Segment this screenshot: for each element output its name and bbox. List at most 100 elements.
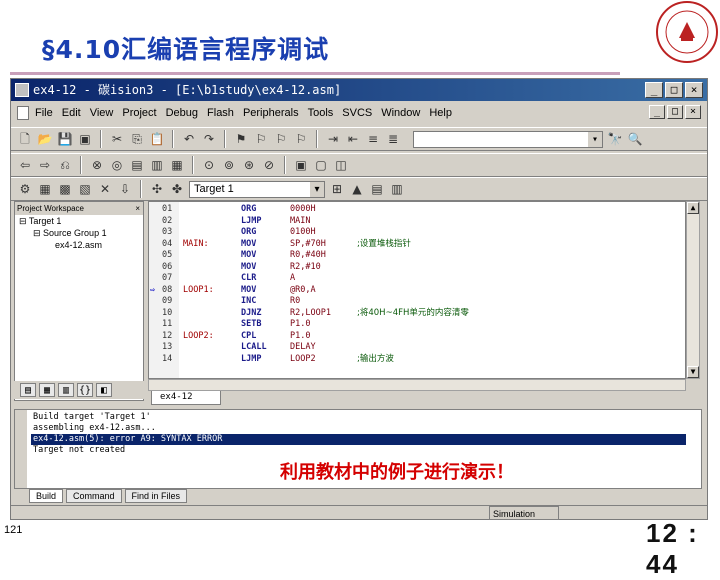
uncomment-icon[interactable]: ≣ [385,131,401,147]
tree-target[interactable]: ⊟ Target 1 [15,215,143,227]
code-line[interactable]: 09 INC R0 [149,296,685,308]
code-line[interactable]: 11 SETB P1.0 [149,319,685,331]
output-line[interactable]: Build target 'Target 1' [31,412,686,423]
code-line[interactable]: 05 MOV R0,#40H [149,250,685,262]
doc-minimize-button[interactable]: _ [649,105,665,119]
minimize-button[interactable]: _ [645,82,663,98]
menu-peripherals[interactable]: Peripherals [243,103,299,123]
code-line[interactable]: 13 LCALL DELAY [149,342,685,354]
find-combo[interactable] [413,130,603,148]
manage-components-icon[interactable]: ⊞ [329,181,345,197]
tab-find-in-files[interactable]: Find in Files [124,489,188,503]
window-2-icon[interactable]: ▥ [149,157,165,173]
editor-vertical-scrollbar[interactable]: ▲ ▼ [686,201,700,379]
code-line[interactable]: 01 ORG 0000H [149,204,685,216]
scroll-down-icon[interactable]: ▼ [687,366,699,378]
unindent-icon[interactable]: ⇤ [345,131,361,147]
output-line[interactable]: ex4-12.asm(5): error A9: SYNTAX ERROR [31,434,686,445]
tree-source-group[interactable]: ⊟ Source Group 1 [15,227,143,239]
code-line[interactable]: 06 MOV R2,#10 [149,262,685,274]
bookmark-icon[interactable]: ⚑ [233,131,249,147]
tree-file[interactable]: ex4-12.asm [15,239,143,251]
window-titlebar[interactable]: ex4-12 - 碳ision3 - [E:\b1study\ex4-12.as… [11,79,707,101]
menu-svcs[interactable]: SVCS [342,103,372,123]
translate-icon[interactable]: ⚙ [17,181,33,197]
save-icon[interactable]: 💾 [57,131,73,147]
manage-books-icon[interactable]: ▤ [369,181,385,197]
registers-tab-icon[interactable]: ▦ [39,383,55,397]
menu-debug[interactable]: Debug [166,103,198,123]
reset-icon[interactable]: ⇦ [17,157,33,173]
tab-build[interactable]: Build [29,489,64,503]
code-line[interactable]: 08 LOOP1: MOV @R0,A ⇨ [149,285,685,297]
rebuild-icon[interactable]: ▩ [57,181,73,197]
options-target-icon[interactable]: ✤ [169,181,185,197]
code-line[interactable]: 04 MAIN: MOV SP,#70H ;设置堆栈指针 [149,239,685,251]
code-line[interactable]: 02 LJMP MAIN [149,216,685,228]
breakpoint-disable-icon[interactable]: ⊛ [241,157,257,173]
books-tab-icon[interactable]: ▥ [58,383,74,397]
window-1-icon[interactable]: ▤ [129,157,145,173]
editor-file-tab[interactable]: ex4-12 [151,391,221,405]
menu-view[interactable]: View [90,103,114,123]
document-icon[interactable] [17,106,29,120]
output-line[interactable]: Target not created [31,445,686,456]
menu-window[interactable]: Window [381,103,420,123]
code-editor[interactable]: 01 ORG 0000H 02 LJMP MAIN 03 ORG 0100H 04 MAIN: MOV… [148,201,686,379]
open-file-icon[interactable]: 📂 [37,131,53,147]
code-line[interactable]: 12 LOOP2: CPL P1.0 [149,331,685,343]
view-icon-c[interactable]: ◫ [333,157,349,173]
menu-help[interactable]: Help [429,103,452,123]
next-bookmark-icon[interactable]: ⚐ [273,131,289,147]
menu-project[interactable]: Project [122,103,156,123]
editor-horizontal-scrollbar[interactable] [148,379,686,391]
templates-tab-icon[interactable]: ◧ [96,383,112,397]
window-3-icon[interactable]: ▦ [169,157,185,173]
files-tab-icon[interactable]: ▤ [20,383,36,397]
target-select[interactable]: Target 1 [189,180,325,198]
indent-icon[interactable]: ⇥ [325,131,341,147]
doc-close-button[interactable]: × [685,105,701,119]
menu-edit[interactable]: Edit [62,103,81,123]
run-icon[interactable]: ⇨ [37,157,53,173]
manage-files-icon[interactable]: ▥ [389,181,405,197]
functions-tab-icon[interactable]: {} [77,383,93,397]
stop-icon[interactable]: ⊗ [89,157,105,173]
prev-bookmark-icon[interactable]: ⚐ [253,131,269,147]
redo-icon[interactable]: ↷ [201,131,217,147]
output-line[interactable]: assembling ex4-12.asm... [31,423,686,434]
find-binoculars-icon[interactable]: 🔭 [607,131,623,147]
code-line[interactable]: 14 LJMP LOOP2 ;输出方波 [149,354,685,366]
breakpoint-kill-icon[interactable]: ⊘ [261,157,277,173]
scroll-up-icon[interactable]: ▲ [687,202,699,214]
menu-tools[interactable]: Tools [308,103,334,123]
menu-file[interactable]: File [35,103,53,123]
batch-build-icon[interactable]: ▧ [77,181,93,197]
view-icon-b[interactable]: ▢ [313,157,329,173]
breakpoint-enable-icon[interactable]: ⊚ [221,157,237,173]
code-line[interactable]: 10 DJNZ R2,LOOP1 ;将40H~4FH单元的内容清零 [149,308,685,320]
cut-icon[interactable]: ✂ [109,131,125,147]
menu-flash[interactable]: Flash [207,103,234,123]
copy-icon[interactable]: ⎘ [129,131,145,147]
paste-icon[interactable]: 📋 [149,131,165,147]
save-all-icon[interactable]: ▣ [77,131,93,147]
maximize-button[interactable]: □ [665,82,683,98]
close-button[interactable]: × [685,82,703,98]
undo-icon[interactable]: ↶ [181,131,197,147]
find-in-files-icon[interactable]: 🔍 [627,131,643,147]
doc-restore-button[interactable]: □ [667,105,683,119]
code-line[interactable]: 07 CLR A [149,273,685,285]
workspace-close-icon[interactable]: × [135,202,140,215]
debug-session-icon[interactable]: ◎ [109,157,125,173]
options-icon[interactable]: ✣ [149,181,165,197]
comment-icon[interactable]: ≡ [365,131,381,147]
tab-command[interactable]: Command [66,489,122,503]
view-icon-a[interactable]: ▣ [293,157,309,173]
build-icon[interactable]: ▦ [37,181,53,197]
new-file-icon[interactable]: 🗋 [17,131,33,147]
breakpoint-icon[interactable]: ⊙ [201,157,217,173]
step-icon[interactable]: ⎌ [57,157,73,173]
select-device-icon[interactable]: ▲ [349,181,365,197]
stop-build-icon[interactable]: ✕ [97,181,113,197]
